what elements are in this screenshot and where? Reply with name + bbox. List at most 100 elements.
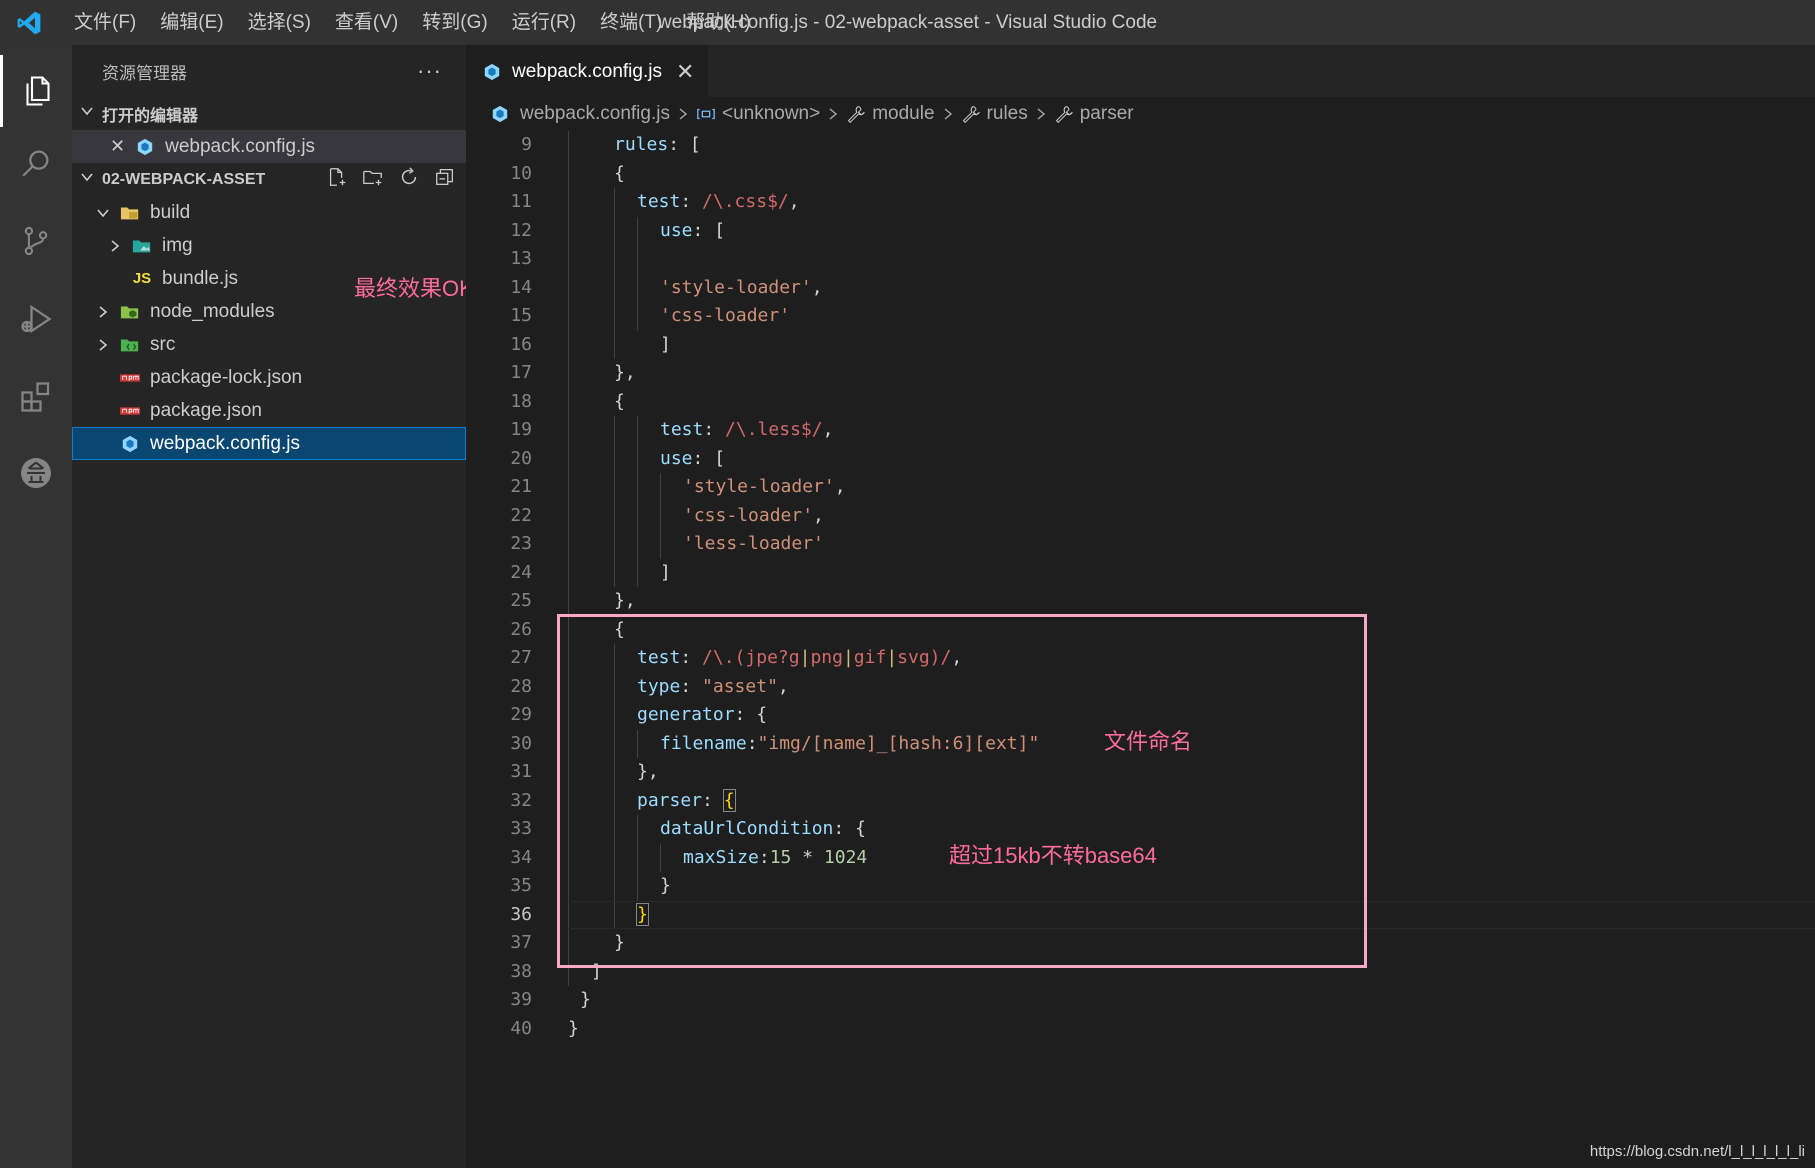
tree-item-label: webpack.config.js <box>150 432 300 454</box>
run-debug-icon[interactable] <box>0 283 72 355</box>
menu-selection[interactable]: 选择(S) <box>236 0 323 45</box>
extensions-icon[interactable] <box>0 361 72 433</box>
code-line: 18{ <box>466 387 1815 416</box>
menu-terminal[interactable]: 终端(T) <box>588 0 674 45</box>
remote-explorer-icon[interactable] <box>0 437 72 509</box>
line-number: 16 <box>510 333 532 355</box>
line-number: 33 <box>510 818 532 839</box>
menu-go[interactable]: 转到(G) <box>410 0 499 45</box>
webpack-file-icon <box>482 62 502 82</box>
menu-bar: 文件(F) 编辑(E) 选择(S) 查看(V) 转到(G) 运行(R) 终端(T… <box>62 0 763 45</box>
tree-item-package-lock[interactable]: package-lock.json <box>72 361 466 394</box>
breadcrumb-label: rules <box>986 103 1028 124</box>
line-number: 35 <box>510 875 532 896</box>
wrench-icon <box>846 104 866 124</box>
menu-file[interactable]: 文件(F) <box>62 0 148 45</box>
tree-item-webpack-config[interactable]: webpack.config.js <box>72 427 466 460</box>
menu-edit[interactable]: 编辑(E) <box>148 0 235 45</box>
code-line: 40} <box>466 1015 1815 1044</box>
line-number: 19 <box>510 419 532 440</box>
close-icon[interactable]: ✕ <box>110 136 125 157</box>
breadcrumb-unknown[interactable]: <unknown> <box>696 103 820 125</box>
line-number: 12 <box>510 219 532 241</box>
line-number: 10 <box>510 162 532 184</box>
webpack-file-icon <box>135 137 155 157</box>
menu-help[interactable]: 帮助(H) <box>674 0 762 45</box>
new-file-icon[interactable] <box>326 166 348 193</box>
line-number: 17 <box>510 362 532 383</box>
tree-item-label: src <box>150 333 176 355</box>
chevron-right-icon <box>828 107 838 121</box>
menu-view[interactable]: 查看(V) <box>323 0 410 45</box>
close-icon[interactable]: ✕ <box>676 59 694 85</box>
line-number: 38 <box>510 960 532 982</box>
line-number: 24 <box>510 561 532 583</box>
line-number: 31 <box>510 761 532 782</box>
project-section[interactable]: 02-WEBPACK-ASSET <box>72 163 466 196</box>
line-number: 36 <box>510 903 532 925</box>
line-number: 34 <box>510 846 532 868</box>
highlight-box <box>557 614 1367 968</box>
breadcrumb-file[interactable]: webpack.config.js <box>490 103 670 125</box>
line-number: 27 <box>510 647 532 668</box>
line-number: 15 <box>510 305 532 326</box>
npm-file-icon <box>120 368 140 388</box>
breadcrumb-label: module <box>872 103 935 124</box>
tree-item-label: package-lock.json <box>150 366 303 388</box>
search-icon[interactable] <box>0 127 72 199</box>
explorer-icon[interactable] <box>0 55 72 127</box>
tree-item-package-json[interactable]: package.json <box>72 394 466 427</box>
line-number: 40 <box>510 1017 532 1039</box>
breadcrumb-label: <unknown> <box>721 103 821 124</box>
more-actions-icon[interactable]: ··· <box>417 58 442 84</box>
variable-icon <box>696 104 716 124</box>
source-control-icon[interactable] <box>0 205 72 277</box>
breadcrumb-module[interactable]: module <box>846 103 935 125</box>
activity-bar <box>0 45 72 1168</box>
line-number: 30 <box>510 732 532 754</box>
code-line: 17}, <box>466 359 1815 388</box>
line-number: 26 <box>510 618 532 640</box>
code-line: 23 'less-loader' <box>466 530 1815 559</box>
open-editors-heading: 打开的编辑器 <box>102 107 199 125</box>
tab-label: webpack.config.js <box>512 60 662 82</box>
folder-build-icon <box>120 203 140 223</box>
tree-item-img[interactable]: img <box>72 229 466 262</box>
line-number: 23 <box>510 533 532 554</box>
webpack-file-icon <box>120 434 140 454</box>
breadcrumb-rules[interactable]: rules <box>961 103 1028 125</box>
folder-node-icon <box>120 302 140 322</box>
code-token: 'css-loader' <box>660 305 791 326</box>
code-token: 'style-loader' <box>660 276 812 298</box>
code-line: 22'css-loader', <box>466 501 1815 530</box>
vscode-logo-icon <box>14 8 44 38</box>
line-number: 18 <box>510 390 532 412</box>
code-line: 19 test: /\.less$/, <box>466 416 1815 445</box>
breadcrumb-parser[interactable]: parser <box>1054 103 1134 125</box>
result-annotation: 最终效果OK <box>354 276 474 301</box>
code-line: 39} <box>466 986 1815 1015</box>
chevron-right-icon <box>678 107 688 121</box>
code-token: test <box>637 191 681 212</box>
collapse-all-icon[interactable] <box>434 166 456 193</box>
refresh-icon[interactable] <box>398 166 420 193</box>
wrench-icon <box>1054 104 1074 124</box>
open-editor-item[interactable]: ✕ webpack.config.js <box>72 130 466 163</box>
code-token: /\.less$/ <box>725 419 823 440</box>
code-line: 24] <box>466 558 1815 587</box>
chevron-right-icon <box>96 338 110 352</box>
open-editors-section[interactable]: 打开的编辑器 <box>72 97 466 130</box>
code-token: /\.css$/ <box>702 191 789 212</box>
tab-webpack-config[interactable]: webpack.config.js ✕ <box>466 45 709 97</box>
new-folder-icon[interactable] <box>362 166 384 193</box>
menu-run[interactable]: 运行(R) <box>500 0 588 45</box>
code-token: use <box>660 447 693 469</box>
code-line: 11 test: /\.css$/, <box>466 188 1815 217</box>
npm-file-icon <box>120 401 140 421</box>
folder-images-icon <box>132 236 152 256</box>
code-token: test <box>660 419 704 440</box>
explorer-toolbar <box>326 163 456 196</box>
tree-item-build[interactable]: build <box>72 196 466 229</box>
line-number: 11 <box>510 191 532 212</box>
tree-item-src[interactable]: src <box>72 328 466 361</box>
